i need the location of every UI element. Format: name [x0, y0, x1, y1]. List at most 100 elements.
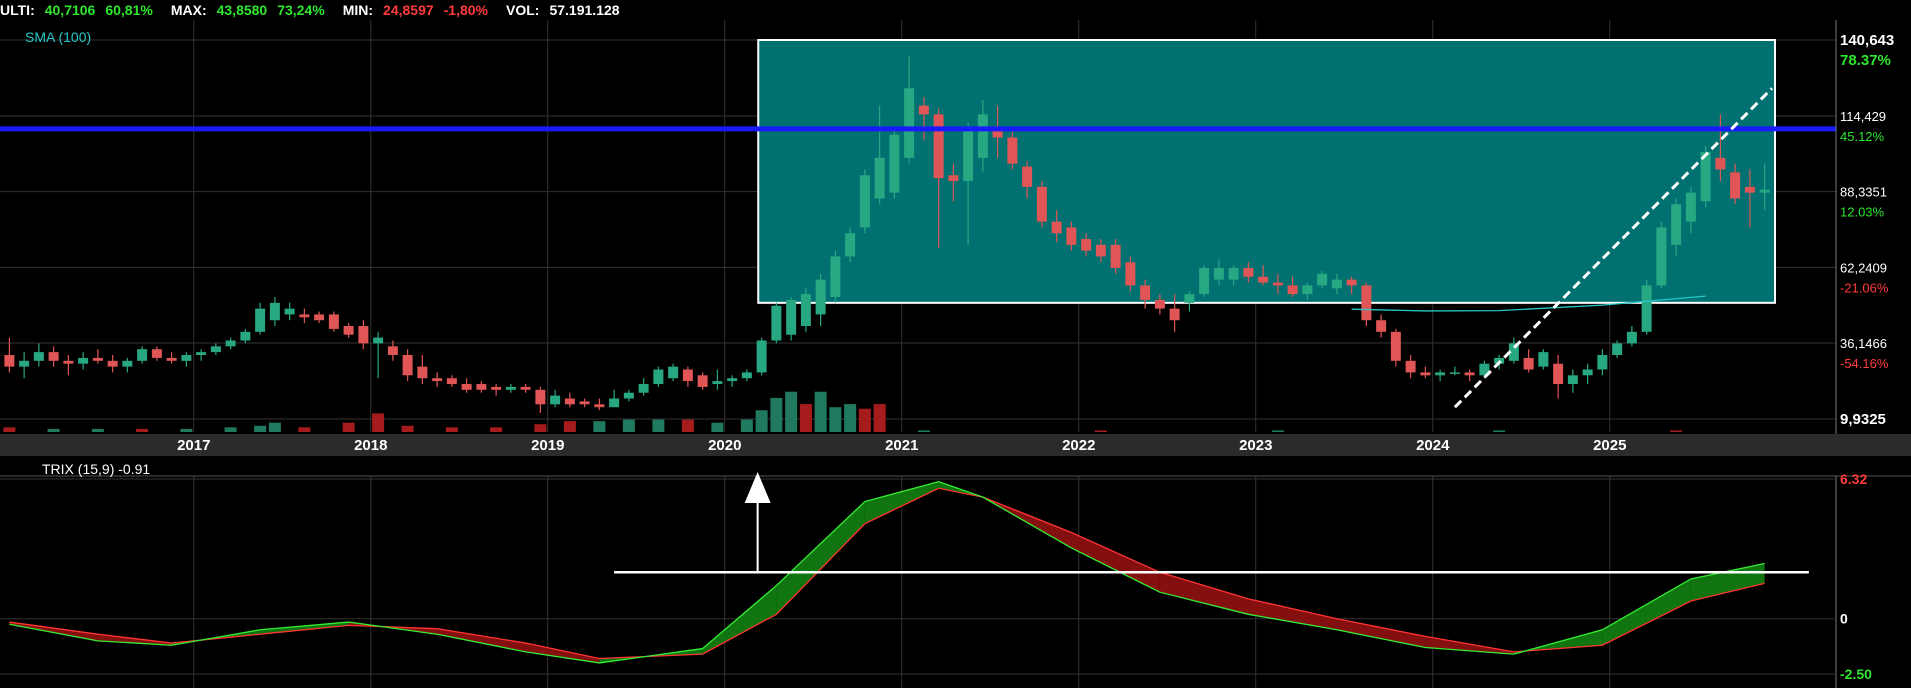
- year-tick-label: 2017: [177, 437, 210, 454]
- candle-body: [1553, 363, 1564, 385]
- highlight-zone[interactable]: [757, 39, 1776, 304]
- candle-body: [1449, 372, 1460, 374]
- arrow-head: [744, 472, 771, 503]
- volume-bar: [401, 425, 414, 432]
- candle-body: [1405, 360, 1416, 373]
- candle-body: [63, 360, 74, 364]
- candle-body: [609, 398, 620, 408]
- candle-body: [1626, 331, 1637, 344]
- candle-body: [446, 378, 457, 385]
- volume-bar: [814, 391, 827, 432]
- candle-body: [1390, 331, 1401, 361]
- candle-body: [859, 175, 870, 228]
- candle-body: [417, 366, 428, 379]
- candle-body: [1169, 308, 1180, 321]
- candle-body: [1213, 268, 1224, 280]
- candle-body: [461, 384, 472, 390]
- volume-bar: [136, 428, 149, 432]
- candle-body: [653, 369, 664, 385]
- candle-body: [328, 314, 339, 329]
- time-axis: 2017 2018 2019 2020 2021 2022 2023 2024 2025: [0, 434, 1911, 456]
- volume-bar: [785, 391, 798, 432]
- candle-body: [387, 346, 398, 356]
- price-axis: 140,643 78.37% 114,429 45.12% 88,3351 12.03% 6…: [1835, 20, 1896, 448]
- trix-fill-segment: [1336, 618, 1426, 648]
- volume-bar: [755, 410, 768, 432]
- candle-body: [1228, 268, 1239, 280]
- candle-body: [1346, 279, 1357, 286]
- year-tick-label: 2022: [1062, 437, 1095, 454]
- candle-body: [107, 360, 118, 367]
- candle-body: [1199, 268, 1210, 295]
- candle-body: [48, 352, 59, 361]
- candle-body: [402, 355, 413, 376]
- volume-bar: [490, 427, 503, 432]
- candle-body: [92, 357, 103, 361]
- trix-fill-segment: [1071, 532, 1160, 593]
- candle-body: [1140, 285, 1151, 300]
- candle-body: [727, 378, 738, 382]
- candle-body: [889, 134, 900, 193]
- candle-body: [1730, 172, 1741, 199]
- candle-body: [520, 386, 531, 390]
- candle-body: [1066, 227, 1077, 245]
- candle-body: [594, 404, 605, 408]
- candle-body: [933, 114, 944, 179]
- candle-body: [1331, 279, 1342, 289]
- volume-bar: [858, 408, 871, 432]
- volume-bar: [372, 413, 385, 432]
- candle-body: [1022, 166, 1033, 187]
- year-tick-label: 2021: [885, 437, 918, 454]
- volume-bar: [873, 404, 886, 432]
- candle-body: [874, 157, 885, 199]
- volume-bar: [681, 419, 694, 432]
- candle-body: [1154, 299, 1165, 309]
- candle-body: [1007, 137, 1018, 164]
- volume-bar: [844, 404, 857, 432]
- candle-body: [1420, 372, 1431, 376]
- candle-body: [815, 279, 826, 315]
- candle-body: [786, 299, 797, 335]
- price-tick-label: 88,3351: [1840, 185, 1887, 200]
- candle-body: [845, 233, 856, 257]
- candle-body: [505, 386, 516, 390]
- candle-body: [476, 384, 487, 390]
- candle-body: [1081, 239, 1092, 251]
- candle-body: [1597, 355, 1608, 370]
- trix-tick-label: 0: [1840, 611, 1848, 627]
- volume-bar: [1670, 430, 1683, 432]
- volume-bar: [1493, 430, 1506, 432]
- year-tick-label: 2025: [1593, 437, 1626, 454]
- candle-body: [240, 331, 251, 341]
- candle-body: [904, 88, 915, 158]
- candle-body: [78, 357, 89, 364]
- trix-panel: 6.32 0 -2.50: [0, 471, 1911, 688]
- volume-bar: [445, 427, 458, 432]
- price-tick-label: 62,2409: [1840, 260, 1887, 275]
- volume-bar: [268, 422, 281, 432]
- price-tick-label: 9,9325: [1840, 411, 1886, 428]
- trix-tick-label: -2.50: [1840, 666, 1872, 682]
- candle-body: [535, 389, 546, 405]
- candle-body: [1523, 357, 1534, 370]
- candle-body: [491, 386, 502, 390]
- candle-body: [948, 175, 959, 182]
- price-tick-label: 114,429: [1840, 109, 1886, 124]
- candle-body: [1435, 372, 1446, 376]
- candle-body: [432, 378, 443, 382]
- candle-body: [1538, 352, 1549, 367]
- candle-body: [166, 357, 177, 361]
- volume-bar: [47, 428, 60, 432]
- candle-body: [181, 355, 192, 361]
- candle-body: [284, 308, 295, 315]
- year-tick-label: 2018: [354, 437, 387, 454]
- candle-body: [358, 326, 369, 344]
- trix-tick-label: 6.32: [1840, 471, 1867, 487]
- candle-body: [299, 314, 310, 318]
- candle-body: [314, 314, 325, 321]
- chart-canvas[interactable]: 140,643 78.37% 114,429 45.12% 88,3351 12.03% 6…: [0, 0, 1911, 688]
- candle-body: [225, 340, 236, 347]
- candle-body: [668, 366, 679, 379]
- candle-body: [918, 105, 929, 115]
- candle-body: [137, 349, 148, 361]
